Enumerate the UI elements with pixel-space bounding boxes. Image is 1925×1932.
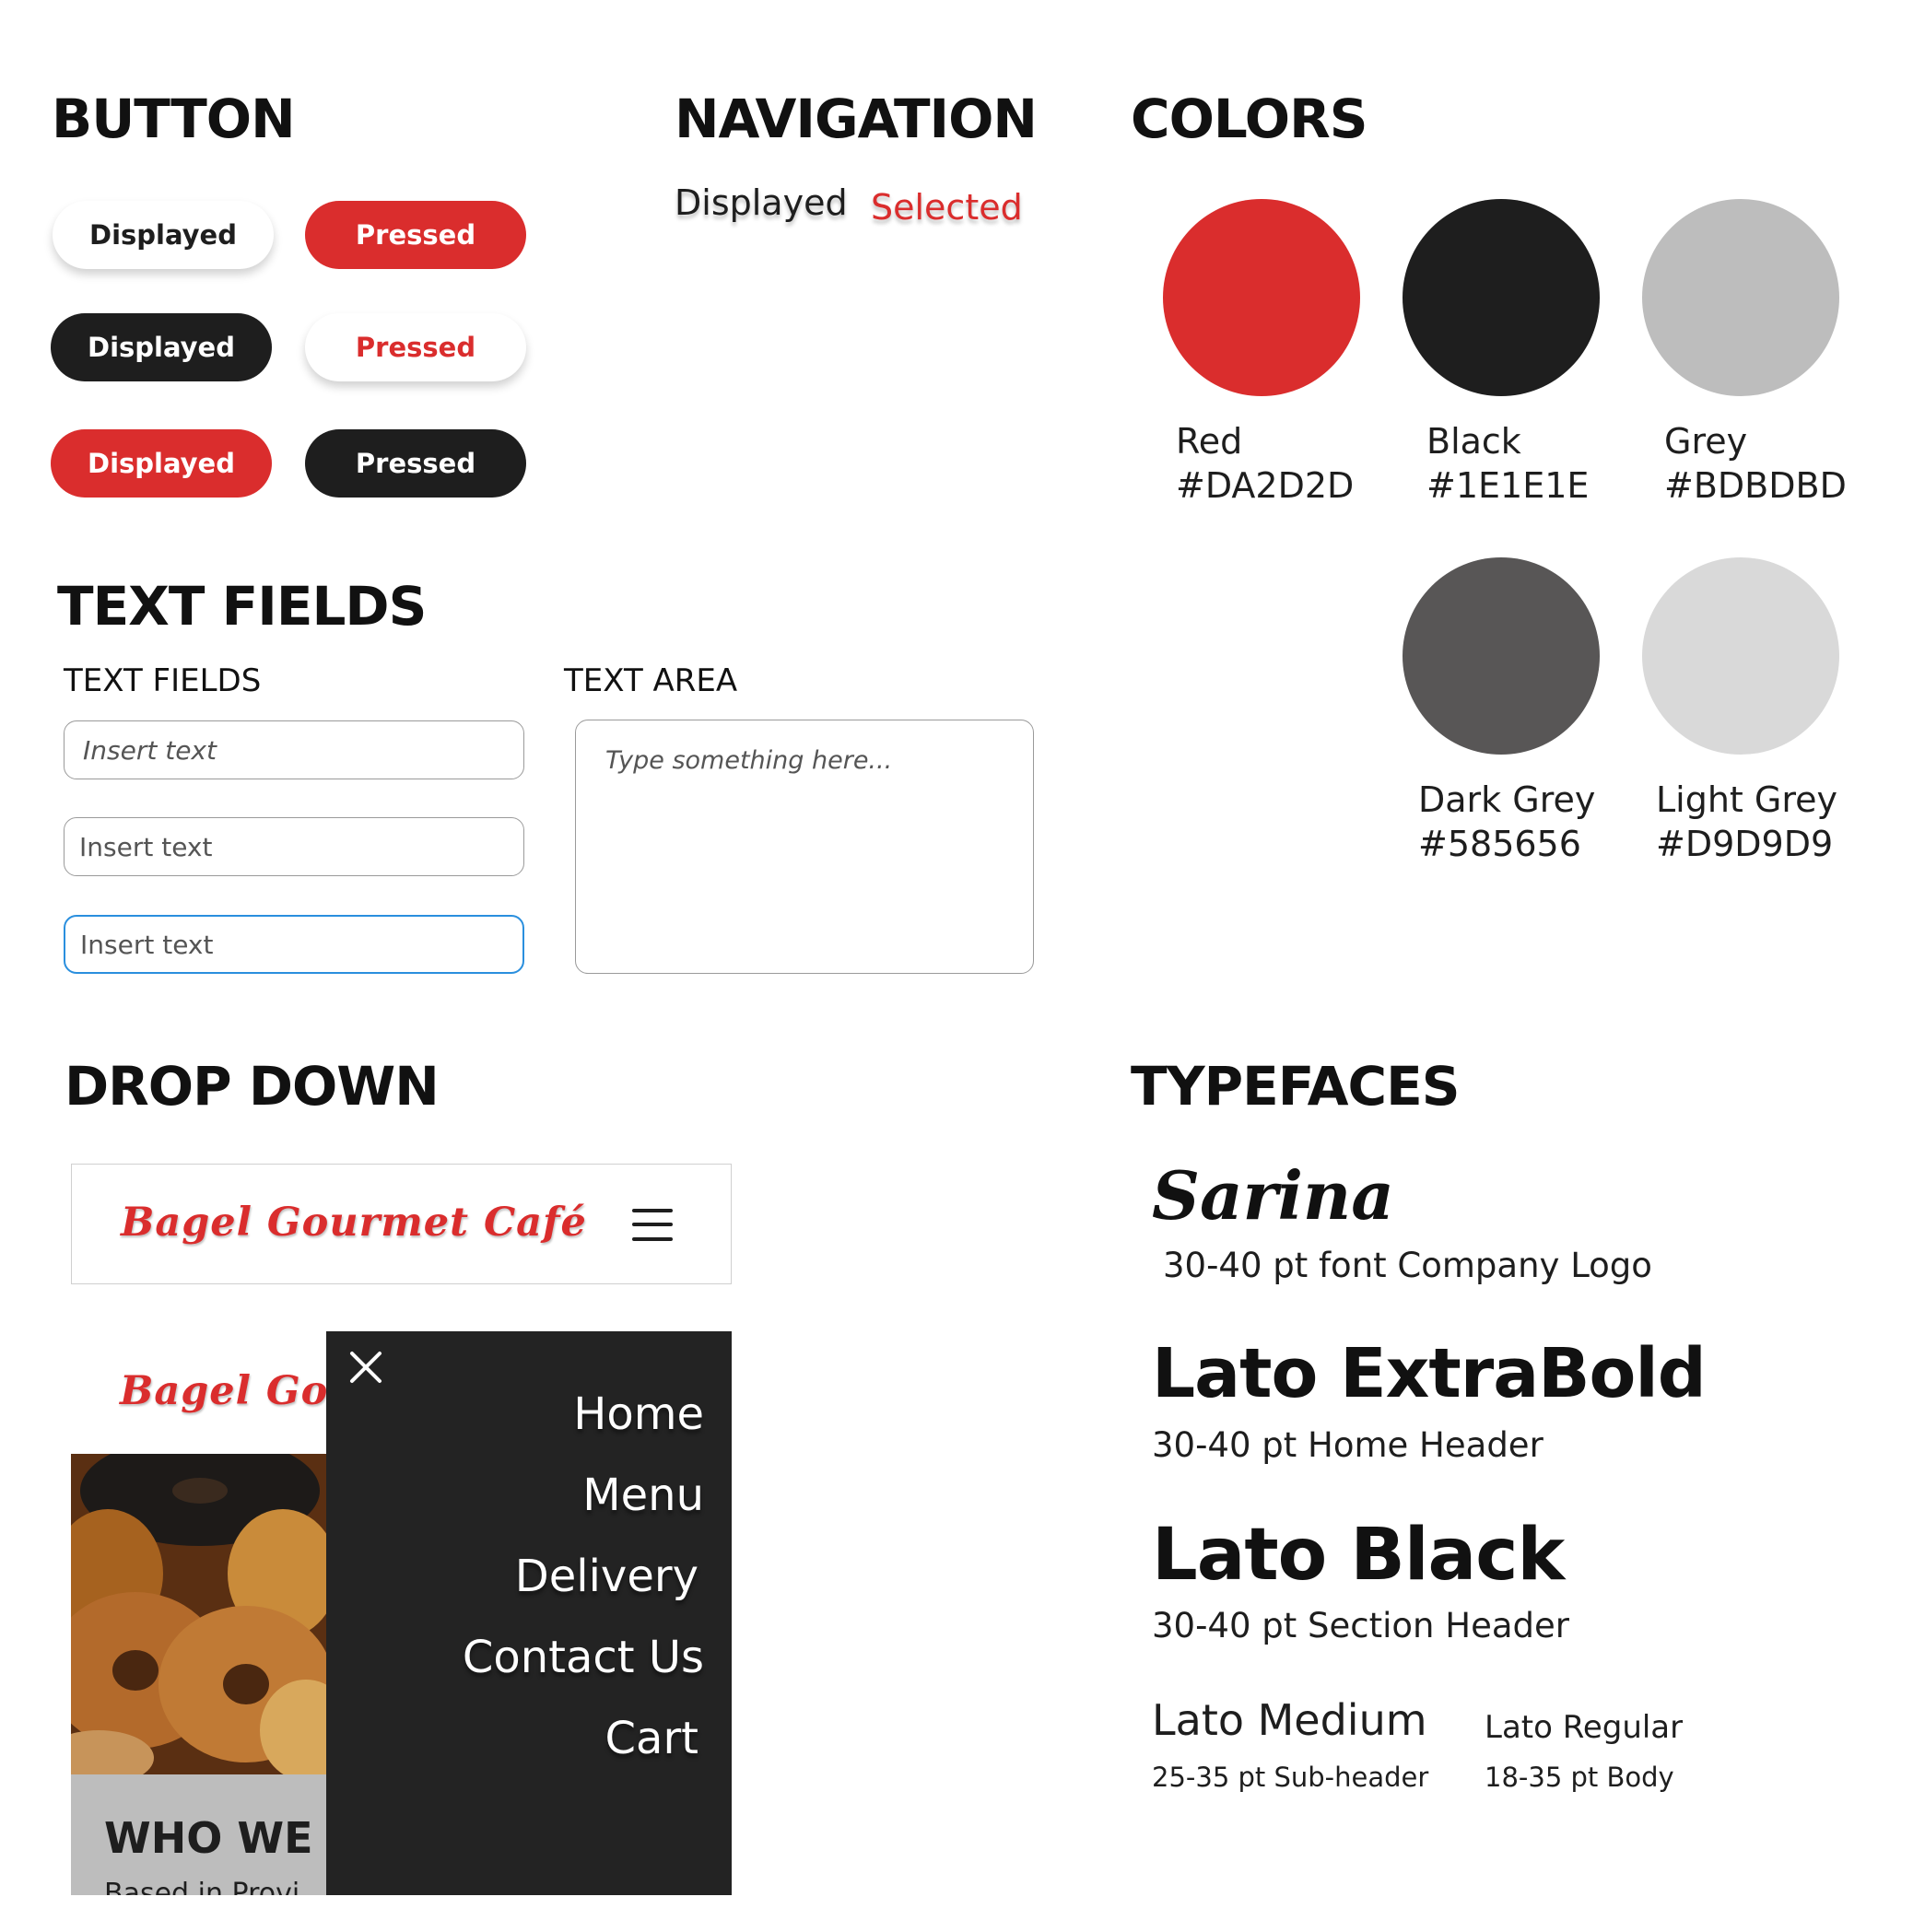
typeface-lato-medium-desc: 25-35 pt Sub-header xyxy=(1152,1762,1429,1793)
pressed-button-red[interactable]: Pressed xyxy=(305,201,526,269)
menu-item-contact-us[interactable]: Contact Us xyxy=(463,1632,704,1683)
text-fields-label: TEXT FIELDS xyxy=(64,662,262,699)
light-grey-swatch xyxy=(1642,557,1839,755)
menu-item-cart[interactable]: Cart xyxy=(605,1713,698,1764)
colors-section-title: COLORS xyxy=(1131,88,1368,150)
typeface-lato-black-desc: 30-40 pt Section Header xyxy=(1152,1606,1569,1645)
text-field-default[interactable]: Insert text xyxy=(64,720,524,779)
company-logo-partial[interactable]: Bagel Go xyxy=(120,1368,328,1414)
red-swatch xyxy=(1163,199,1360,396)
who-we-are-body: Based in Provi xyxy=(104,1878,300,1895)
black-swatch xyxy=(1403,199,1600,396)
typeface-lato-regular-desc: 18-35 pt Body xyxy=(1485,1762,1674,1793)
typeface-lato-medium: Lato Medium xyxy=(1152,1695,1427,1745)
swatch-name-red: Red xyxy=(1176,421,1243,462)
mobile-menu-expanded: Bagel Go WHO WE A Based in Provi Home Me… xyxy=(71,1331,732,1895)
typefaces-section-title: TYPEFACES xyxy=(1131,1055,1461,1118)
pressed-button-white-red[interactable]: Pressed xyxy=(305,313,526,381)
grey-swatch xyxy=(1642,199,1839,396)
mobile-header-collapsed: Bagel Gourmet Café xyxy=(71,1164,732,1284)
swatch-hex-grey: #BDBDBD xyxy=(1664,465,1847,506)
menu-item-menu[interactable]: Menu xyxy=(582,1469,704,1521)
close-icon[interactable] xyxy=(341,1342,391,1392)
text-fields-section-title: TEXT FIELDS xyxy=(57,575,427,638)
who-we-are-heading: WHO WE A xyxy=(104,1813,361,1863)
menu-item-home[interactable]: Home xyxy=(573,1388,704,1440)
swatch-hex-black: #1E1E1E xyxy=(1426,465,1590,506)
nav-item-selected[interactable]: Selected xyxy=(871,187,1023,228)
displayed-button-red[interactable]: Displayed xyxy=(51,429,272,498)
bagels-image xyxy=(71,1454,329,1774)
typeface-lato-extrabold: Lato ExtraBold xyxy=(1152,1334,1707,1413)
typeface-lato-black: Lato Black xyxy=(1152,1514,1565,1597)
bagel-photo xyxy=(71,1454,329,1774)
text-area-placeholder: Type something here... xyxy=(605,746,893,775)
nav-item-displayed[interactable]: Displayed xyxy=(675,182,848,223)
dark-grey-swatch xyxy=(1403,557,1600,755)
displayed-button-black[interactable]: Displayed xyxy=(51,313,272,381)
company-logo[interactable]: Bagel Gourmet Café xyxy=(121,1200,587,1246)
typeface-sarina: Sarina xyxy=(1152,1156,1394,1235)
drop-down-section-title: DROP DOWN xyxy=(65,1055,440,1118)
swatch-name-dark-grey: Dark Grey xyxy=(1418,779,1596,820)
swatch-name-light-grey: Light Grey xyxy=(1656,779,1838,820)
pressed-button-black[interactable]: Pressed xyxy=(305,429,526,498)
swatch-name-grey: Grey xyxy=(1664,421,1748,462)
text-field-hover[interactable]: Insert text xyxy=(64,817,524,876)
swatch-hex-dark-grey: #585656 xyxy=(1418,824,1581,864)
who-we-are-section: WHO WE A Based in Provi xyxy=(71,1774,360,1895)
swatch-name-black: Black xyxy=(1426,421,1521,462)
swatch-hex-red: #DA2D2D xyxy=(1176,465,1355,506)
button-section-title: BUTTON xyxy=(52,88,296,150)
typeface-lato-extrabold-desc: 30-40 pt Home Header xyxy=(1152,1425,1544,1465)
slide-out-menu: Home Menu Delivery Contact Us Cart xyxy=(326,1331,732,1895)
menu-item-delivery[interactable]: Delivery xyxy=(515,1551,698,1602)
displayed-button-white[interactable]: Displayed xyxy=(53,201,274,269)
typeface-lato-regular: Lato Regular xyxy=(1485,1709,1684,1746)
navigation-section-title: NAVIGATION xyxy=(675,88,1038,150)
text-field-focused[interactable]: Insert text xyxy=(64,915,524,974)
hamburger-menu-icon[interactable] xyxy=(632,1209,673,1242)
swatch-hex-light-grey: #D9D9D9 xyxy=(1656,824,1834,864)
typeface-sarina-desc: 30-40 pt font Company Logo xyxy=(1163,1246,1652,1285)
text-area-label: TEXT AREA xyxy=(564,662,738,699)
text-area[interactable]: Type something here... xyxy=(575,720,1034,974)
